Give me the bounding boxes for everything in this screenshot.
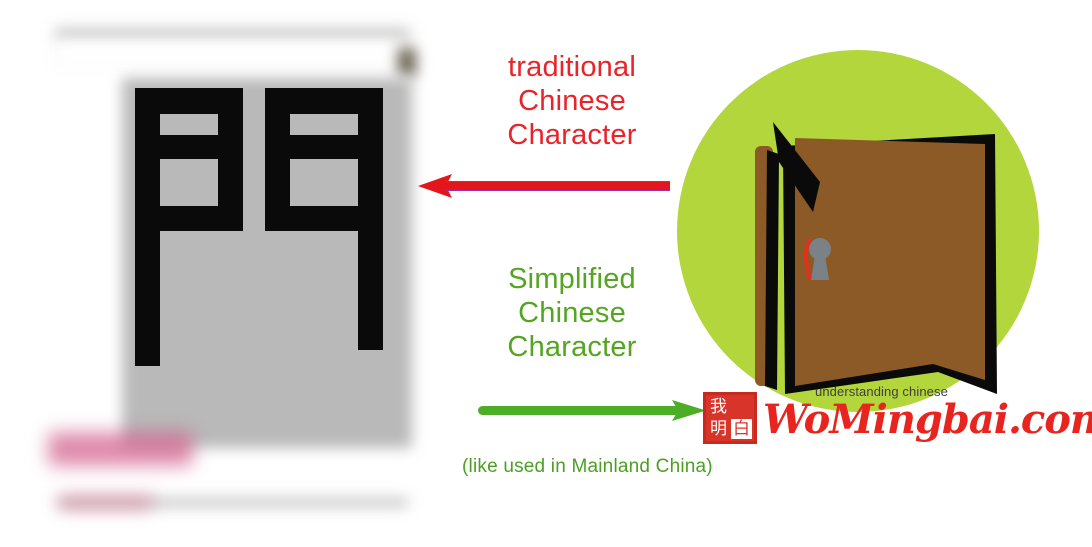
seal-char-ming: 明 (710, 418, 727, 439)
blurred-footer-pink-segment (58, 497, 153, 508)
simplified-label-line1: Simplified (508, 263, 636, 295)
traditional-label-line1: traditional (508, 51, 636, 83)
door-post-shadow (765, 150, 779, 390)
character-stroke (265, 206, 383, 231)
simplified-label-line3: Character (507, 331, 637, 364)
blurred-toolbar-button (398, 48, 416, 76)
mainland-china-note: (like used in Mainland China) (462, 456, 713, 477)
character-stroke (265, 135, 383, 159)
image-canvas: traditional Chinese Character Simplified… (0, 0, 1092, 547)
character-stroke (135, 135, 243, 159)
blurred-toolbar-bar (55, 28, 410, 40)
traditional-label: traditional Chinese Character (477, 50, 667, 153)
traditional-label-line2: Chinese (518, 85, 626, 118)
seal-char-bai: 白 (731, 418, 752, 439)
traditional-character-men (135, 88, 385, 366)
seal-char-wo: 我 (710, 396, 727, 417)
blurred-pink-text (48, 432, 193, 466)
logo-wordmark[interactable]: WoMingbai.com (763, 396, 1092, 443)
chinese-seal-icon: 我 明 白 (703, 392, 757, 444)
green-arrow-shaft (478, 406, 680, 415)
door-illustration (655, 42, 1055, 442)
simplified-label: Simplified Chinese Character (477, 262, 667, 365)
blurred-address-bar (55, 42, 400, 64)
door-graphic (755, 122, 997, 394)
red-arrow-shaft (446, 181, 670, 191)
simplified-label-line2: Chinese (518, 297, 626, 330)
womingbai-logo[interactable]: 我 明 白 understanding chinese WoMingbai.co… (703, 384, 1092, 446)
seal-char-blank (731, 397, 752, 417)
traditional-label-line3: Character (507, 119, 637, 152)
character-stroke (135, 206, 243, 231)
red-left-arrow-icon (418, 174, 670, 198)
